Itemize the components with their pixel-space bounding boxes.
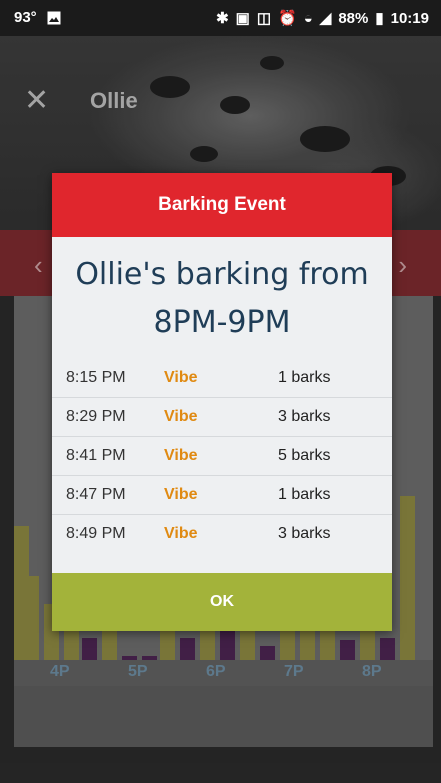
- temperature-text: 93°: [14, 9, 37, 26]
- event-time: 8:47 PM: [66, 486, 126, 503]
- event-stimulus: Vibe: [164, 369, 198, 386]
- event-time: 8:41 PM: [66, 447, 126, 464]
- bluetooth-icon: ✱: [216, 10, 229, 27]
- event-list: 8:15 PM Vibe 1 barks 8:29 PM Vibe 3 bark…: [52, 359, 392, 553]
- event-count: 3 barks: [278, 525, 331, 542]
- event-stimulus: Vibe: [164, 525, 198, 542]
- event-count: 1 barks: [278, 486, 331, 503]
- status-bar: 93° ✱ ▣ ◫ ⏰ ◒ ◢ 88% ▮ 10:19: [0, 0, 441, 36]
- dialog-title: Barking Event: [52, 173, 392, 237]
- battery-text: 88%: [338, 9, 369, 27]
- barking-event-dialog: Barking Event Ollie's barking from 8PM-9…: [52, 173, 392, 631]
- wifi-icon: ◒: [303, 9, 313, 27]
- vibrate-icon: ◫: [256, 10, 272, 27]
- dialog-message-line2: 8PM-9PM: [153, 305, 291, 340]
- list-item: 8:41 PM Vibe 5 barks: [52, 437, 392, 476]
- ok-button[interactable]: OK: [52, 573, 392, 631]
- list-item: 8:15 PM Vibe 1 barks: [52, 359, 392, 398]
- status-bar-left: 93°: [14, 9, 61, 26]
- alarm-icon: ⏰: [278, 10, 297, 27]
- event-time: 8:49 PM: [66, 525, 126, 542]
- dialog-message: Ollie's barking from 8PM-9PM: [52, 251, 392, 347]
- list-item: 8:49 PM Vibe 3 barks: [52, 515, 392, 553]
- event-count: 5 barks: [278, 447, 331, 464]
- event-stimulus: Vibe: [164, 408, 198, 425]
- image-icon: [47, 11, 61, 25]
- list-item: 8:47 PM Vibe 1 barks: [52, 476, 392, 515]
- event-time: 8:15 PM: [66, 369, 126, 386]
- dialog-message-line1: Ollie's barking from: [75, 257, 369, 292]
- event-stimulus: Vibe: [164, 447, 198, 464]
- battery-icon: ▮: [375, 10, 384, 27]
- event-count: 3 barks: [278, 408, 331, 425]
- signal-icon: ◢: [319, 10, 332, 27]
- list-item: 8:29 PM Vibe 3 barks: [52, 398, 392, 437]
- status-bar-right: ✱ ▣ ◫ ⏰ ◒ ◢ 88% ▮ 10:19: [216, 9, 429, 28]
- event-time: 8:29 PM: [66, 408, 126, 425]
- clock-text: 10:19: [390, 9, 429, 27]
- event-stimulus: Vibe: [164, 486, 198, 503]
- event-count: 1 barks: [278, 369, 331, 386]
- nfc-icon: ▣: [235, 10, 250, 27]
